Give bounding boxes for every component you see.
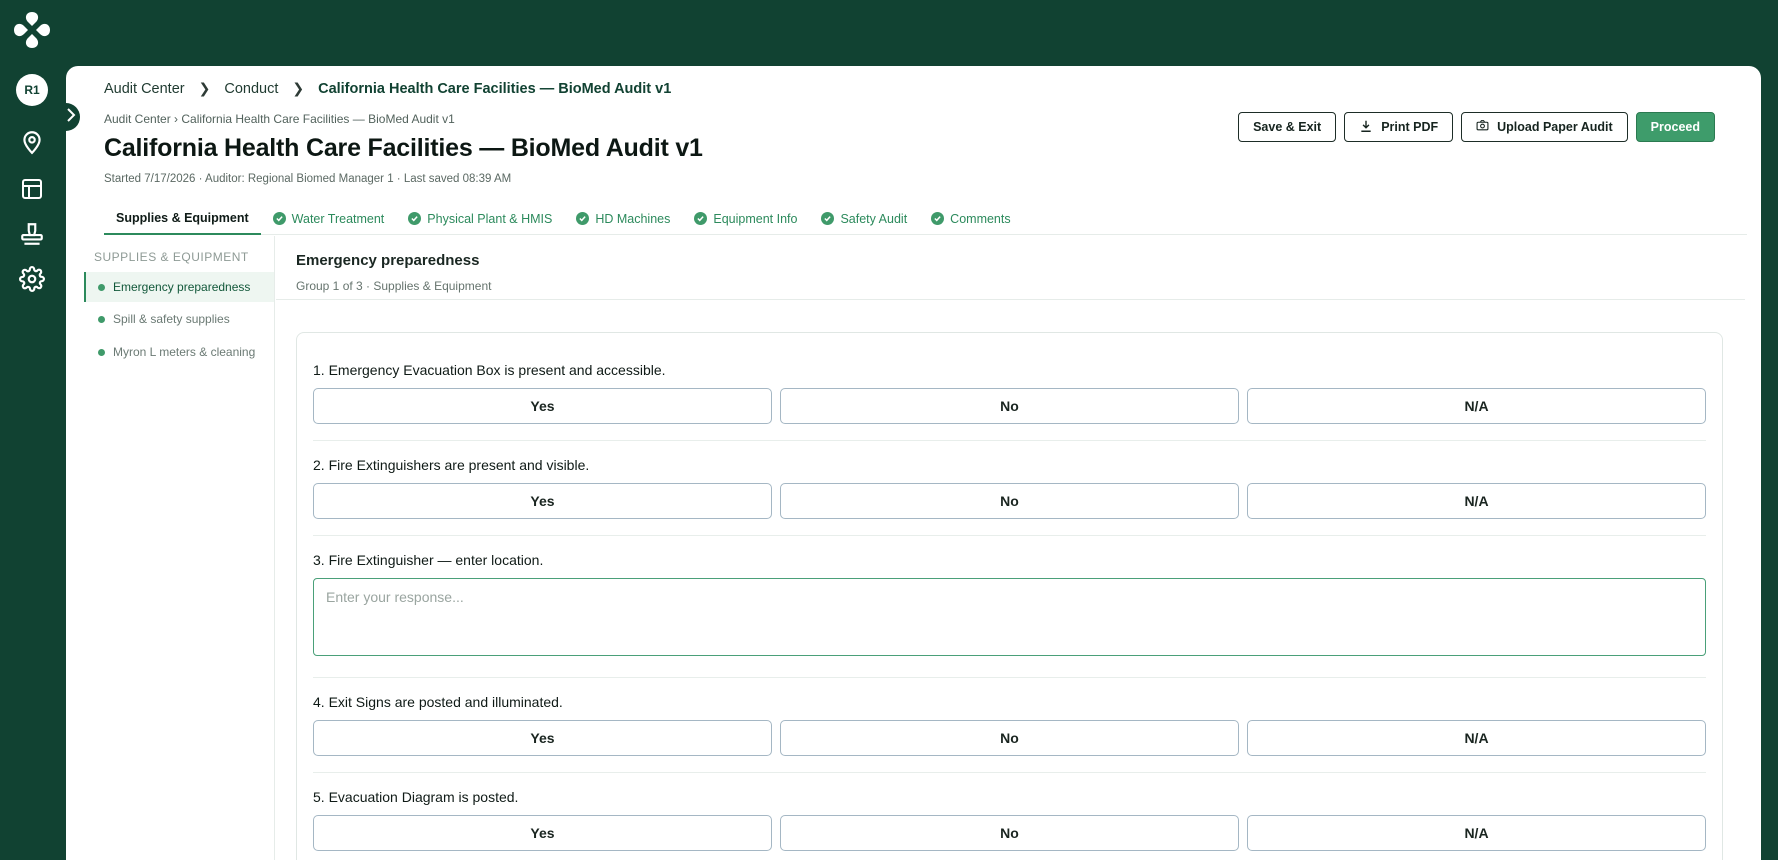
- na-button[interactable]: N/A: [1247, 388, 1706, 424]
- breadcrumb: Audit Center ❯ Conduct ❯ California Heal…: [104, 80, 671, 97]
- avatar[interactable]: R1: [16, 74, 48, 106]
- group-sidebar-heading: SUPPLIES & EQUIPMENT: [94, 250, 249, 264]
- page-title: California Health Care Facilities — BioM…: [104, 134, 703, 162]
- camera-icon: [1476, 119, 1489, 135]
- tab-physical-plant[interactable]: Physical Plant & HMIS: [396, 202, 564, 235]
- tab-hd-machines[interactable]: HD Machines: [564, 202, 682, 235]
- answer-options: Yes No N/A: [313, 388, 1706, 424]
- group-item-label: Myron L meters & cleaning: [113, 345, 256, 359]
- group-title: Emergency preparedness: [296, 252, 480, 269]
- tab-label: Water Treatment: [291, 211, 385, 226]
- chevron-right-icon: [66, 107, 76, 127]
- tab-label: Supplies & Equipment: [116, 210, 249, 225]
- answer-options: Yes No N/A: [313, 720, 1706, 756]
- question-label: 5. Evacuation Diagram is posted.: [313, 789, 519, 805]
- check-circle-icon: [272, 212, 286, 225]
- question-3: 3. Fire Extinguisher — enter location.: [313, 536, 1706, 678]
- save-exit-label: Save & Exit: [1253, 120, 1322, 134]
- tab-water-treatment[interactable]: Water Treatment: [261, 202, 397, 235]
- chevron-right-icon: ❯: [198, 80, 211, 96]
- proceed-label: Proceed: [1650, 120, 1700, 134]
- no-button[interactable]: No: [780, 388, 1239, 424]
- group-header: Emergency preparedness Group 1 of 3 · Su…: [276, 236, 1745, 300]
- table-icon[interactable]: [17, 174, 47, 204]
- logo-icon[interactable]: [12, 10, 52, 50]
- yes-button[interactable]: Yes: [313, 720, 772, 756]
- na-button[interactable]: N/A: [1247, 815, 1706, 851]
- download-icon: [1359, 119, 1373, 136]
- status-dot: [98, 283, 105, 291]
- yes-button[interactable]: Yes: [313, 483, 772, 519]
- action-bar: Save & Exit Print PDF Upload Paper Audit…: [1238, 112, 1715, 142]
- upload-paper-audit-button[interactable]: Upload Paper Audit: [1461, 112, 1628, 142]
- check-circle-icon: [408, 212, 422, 225]
- tab-label: Safety Audit: [840, 211, 908, 226]
- group-item-spill-safety[interactable]: Spill & safety supplies: [84, 304, 274, 334]
- question-label: 2. Fire Extinguishers are present and vi…: [313, 457, 590, 473]
- tab-label: Comments: [950, 211, 1011, 226]
- location-pin-icon[interactable]: [17, 127, 47, 157]
- question-5: 5. Evacuation Diagram is posted. Yes No …: [313, 773, 1706, 860]
- tab-label: Equipment Info: [713, 211, 798, 226]
- response-textarea[interactable]: [313, 578, 1706, 656]
- na-button[interactable]: N/A: [1247, 483, 1706, 519]
- stamp-icon[interactable]: [17, 219, 47, 249]
- group-item-label: Emergency preparedness: [113, 280, 251, 294]
- questions-panel: 1. Emergency Evacuation Box is present a…: [296, 332, 1723, 860]
- answer-options: Yes No N/A: [313, 815, 1706, 851]
- question-2: 2. Fire Extinguishers are present and vi…: [313, 441, 1706, 536]
- breadcrumb-current: California Health Care Facilities — BioM…: [318, 80, 672, 97]
- group-sidebar: SUPPLIES & EQUIPMENT Emergency preparedn…: [84, 236, 275, 860]
- group-subtitle: Group 1 of 3 · Supplies & Equipment: [296, 279, 492, 293]
- breadcrumb-audit-center[interactable]: Audit Center: [104, 81, 185, 97]
- group-item-myron-meters[interactable]: Myron L meters & cleaning: [84, 337, 274, 367]
- breadcrumb-conduct[interactable]: Conduct: [224, 81, 278, 97]
- status-dot: [98, 315, 105, 323]
- question-label: 1. Emergency Evacuation Box is present a…: [313, 362, 666, 378]
- check-circle-icon: [931, 212, 945, 225]
- check-circle-icon: [694, 212, 708, 225]
- tab-comments[interactable]: Comments: [919, 202, 1022, 235]
- question-4: 4. Exit Signs are posted and illuminated…: [313, 678, 1706, 773]
- status-dot: [98, 348, 105, 356]
- gear-icon[interactable]: [17, 264, 47, 294]
- yes-button[interactable]: Yes: [313, 388, 772, 424]
- main-card: Audit Center ❯ Conduct ❯ California Heal…: [66, 66, 1761, 860]
- question-label: 4. Exit Signs are posted and illuminated…: [313, 694, 563, 710]
- group-item-label: Spill & safety supplies: [113, 312, 230, 326]
- group-item-emergency-preparedness[interactable]: Emergency preparedness: [84, 272, 274, 302]
- no-button[interactable]: No: [780, 483, 1239, 519]
- sub-breadcrumb: Audit Center › California Health Care Fa…: [104, 112, 455, 126]
- chevron-right-icon: ❯: [292, 80, 305, 96]
- check-circle-icon: [576, 212, 590, 225]
- answer-options: Yes No N/A: [313, 483, 1706, 519]
- tab-equipment-info[interactable]: Equipment Info: [682, 202, 809, 235]
- tab-label: HD Machines: [595, 211, 671, 226]
- audit-meta: Started 7/17/2026 · Auditor: Regional Bi…: [104, 173, 512, 185]
- save-exit-button[interactable]: Save & Exit: [1238, 112, 1337, 142]
- print-pdf-button[interactable]: Print PDF: [1344, 112, 1454, 142]
- na-button[interactable]: N/A: [1247, 720, 1706, 756]
- question-label: 3. Fire Extinguisher — enter location.: [313, 552, 544, 568]
- yes-button[interactable]: Yes: [313, 815, 772, 851]
- check-circle-icon: [821, 212, 835, 225]
- tab-label: Physical Plant & HMIS: [427, 211, 553, 226]
- no-button[interactable]: No: [780, 720, 1239, 756]
- tab-safety-audit[interactable]: Safety Audit: [809, 202, 919, 235]
- tab-supplies-equipment[interactable]: Supplies & Equipment: [104, 202, 261, 235]
- question-1: 1. Emergency Evacuation Box is present a…: [313, 347, 1706, 441]
- left-rail: R1: [0, 0, 66, 860]
- proceed-button[interactable]: Proceed: [1635, 112, 1715, 142]
- print-pdf-label: Print PDF: [1381, 120, 1439, 134]
- no-button[interactable]: No: [780, 815, 1239, 851]
- upload-paper-label: Upload Paper Audit: [1497, 120, 1613, 134]
- section-tabs: Supplies & Equipment Water Treatment Phy…: [104, 202, 1747, 235]
